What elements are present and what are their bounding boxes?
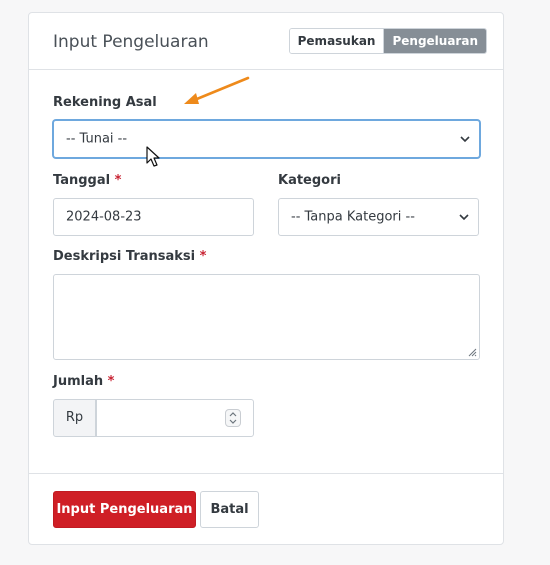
card-footer: Input Pengeluaran Batal (29, 473, 503, 545)
required-marker: * (107, 374, 115, 389)
mouse-cursor-icon (146, 146, 160, 167)
expense-form-card: Input Pengeluaran Pemasukan Pengeluaran … (28, 12, 504, 545)
amount-label-text: Jumlah (53, 374, 104, 389)
amount-label: Jumlah * (53, 374, 114, 389)
number-spinner[interactable] (225, 409, 241, 427)
page-title: Input Pengeluaran (53, 32, 209, 52)
account-select[interactable]: -- Tunai -- (53, 120, 480, 158)
date-input-value: 2024-08-23 (66, 209, 142, 225)
income-toggle-button[interactable]: Pemasukan (289, 29, 385, 53)
category-label: Kategori (278, 173, 341, 188)
amount-input[interactable] (96, 399, 254, 437)
card-header: Input Pengeluaran Pemasukan Pengeluaran (29, 13, 503, 70)
account-select-value: -- Tunai -- (66, 131, 128, 147)
category-select[interactable]: -- Tanpa Kategori -- (278, 198, 479, 236)
date-label: Tanggal * (53, 173, 121, 188)
spinner-arrows-icon (229, 412, 237, 424)
resize-handle-icon[interactable] (467, 347, 477, 357)
account-label: Rekening Asal (53, 95, 157, 110)
annotation-arrow-icon (184, 76, 250, 104)
date-input[interactable]: 2024-08-23 (53, 198, 254, 236)
chevron-down-icon (460, 136, 470, 143)
description-label-text: Deskripsi Transaksi (53, 249, 196, 264)
cancel-button[interactable]: Batal (200, 491, 259, 528)
expense-toggle-button[interactable]: Pengeluaran (384, 29, 486, 53)
category-select-value: -- Tanpa Kategori -- (291, 209, 415, 225)
chevron-down-icon (459, 214, 469, 221)
description-textarea[interactable] (53, 274, 480, 360)
required-marker: * (114, 173, 122, 188)
currency-prefix: Rp (53, 399, 96, 437)
required-marker: * (199, 249, 207, 264)
submit-expense-button[interactable]: Input Pengeluaran (53, 491, 196, 528)
date-label-text: Tanggal (53, 173, 111, 188)
description-label: Deskripsi Transaksi * (53, 249, 206, 264)
transaction-type-toggle: Pemasukan Pengeluaran (288, 28, 487, 54)
